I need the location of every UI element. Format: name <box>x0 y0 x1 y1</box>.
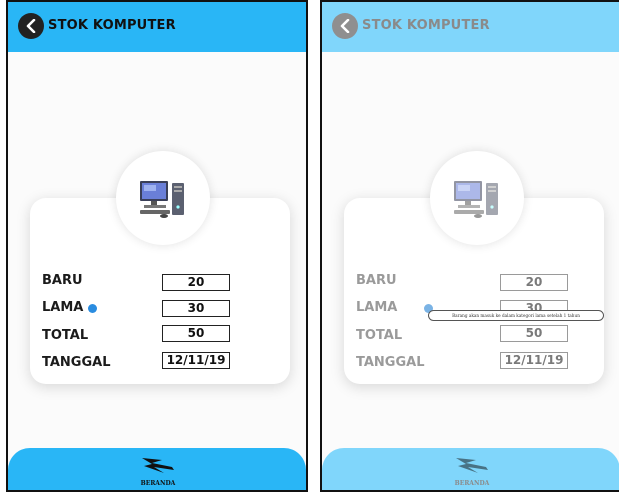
header-bar: STOK KOMPUTER <box>322 2 619 52</box>
right-phone-screen: STOK KOMPUTER BARU 20 LAMA 30 Barang aka… <box>320 0 619 492</box>
footer-nav: BERANDA <box>322 448 619 490</box>
beranda-logo-icon <box>456 458 488 473</box>
label-tanggal: TANGGAL <box>42 355 111 370</box>
label-tanggal: TANGGAL <box>356 355 425 370</box>
page-title: STOK KOMPUTER <box>362 18 490 33</box>
back-button[interactable] <box>332 13 358 39</box>
value-tanggal: 12/11/19 <box>500 352 568 369</box>
label-total: TOTAL <box>356 328 403 343</box>
label-baru: BARU <box>42 273 83 288</box>
back-arrow-icon <box>340 19 350 33</box>
value-total: 50 <box>500 325 568 342</box>
beranda-button[interactable]: BERANDA <box>118 448 198 490</box>
value-lama: 30 <box>162 300 230 317</box>
footer-nav: BERANDA <box>8 448 306 490</box>
back-button[interactable] <box>18 13 44 39</box>
left-phone-screen: STOK KOMPUTER BARU 20 LAMA 30 TOTAL 50 T… <box>6 0 308 492</box>
value-total: 50 <box>162 325 230 342</box>
info-dot-icon[interactable] <box>88 304 97 313</box>
value-tanggal: 12/11/19 <box>162 352 230 369</box>
beranda-label: BERANDA <box>140 480 176 487</box>
page-title: STOK KOMPUTER <box>48 18 176 33</box>
beranda-logo-icon <box>142 458 174 473</box>
computer-icon-circle <box>116 151 210 245</box>
beranda-label: BERANDA <box>454 480 490 487</box>
value-baru: 20 <box>500 274 568 291</box>
computer-icon <box>454 181 498 218</box>
label-lama: LAMA <box>356 300 398 315</box>
computer-icon-circle <box>430 151 524 245</box>
label-total: TOTAL <box>42 328 89 343</box>
label-lama: LAMA <box>42 300 84 315</box>
back-arrow-icon <box>26 19 36 33</box>
beranda-button[interactable]: BERANDA <box>432 448 512 490</box>
value-baru: 20 <box>162 274 230 291</box>
label-baru: BARU <box>356 273 397 288</box>
computer-icon <box>140 181 184 218</box>
header-bar: STOK KOMPUTER <box>8 2 306 52</box>
lama-tooltip: Barang akan masuk ke dalam kategori lama… <box>428 310 604 321</box>
